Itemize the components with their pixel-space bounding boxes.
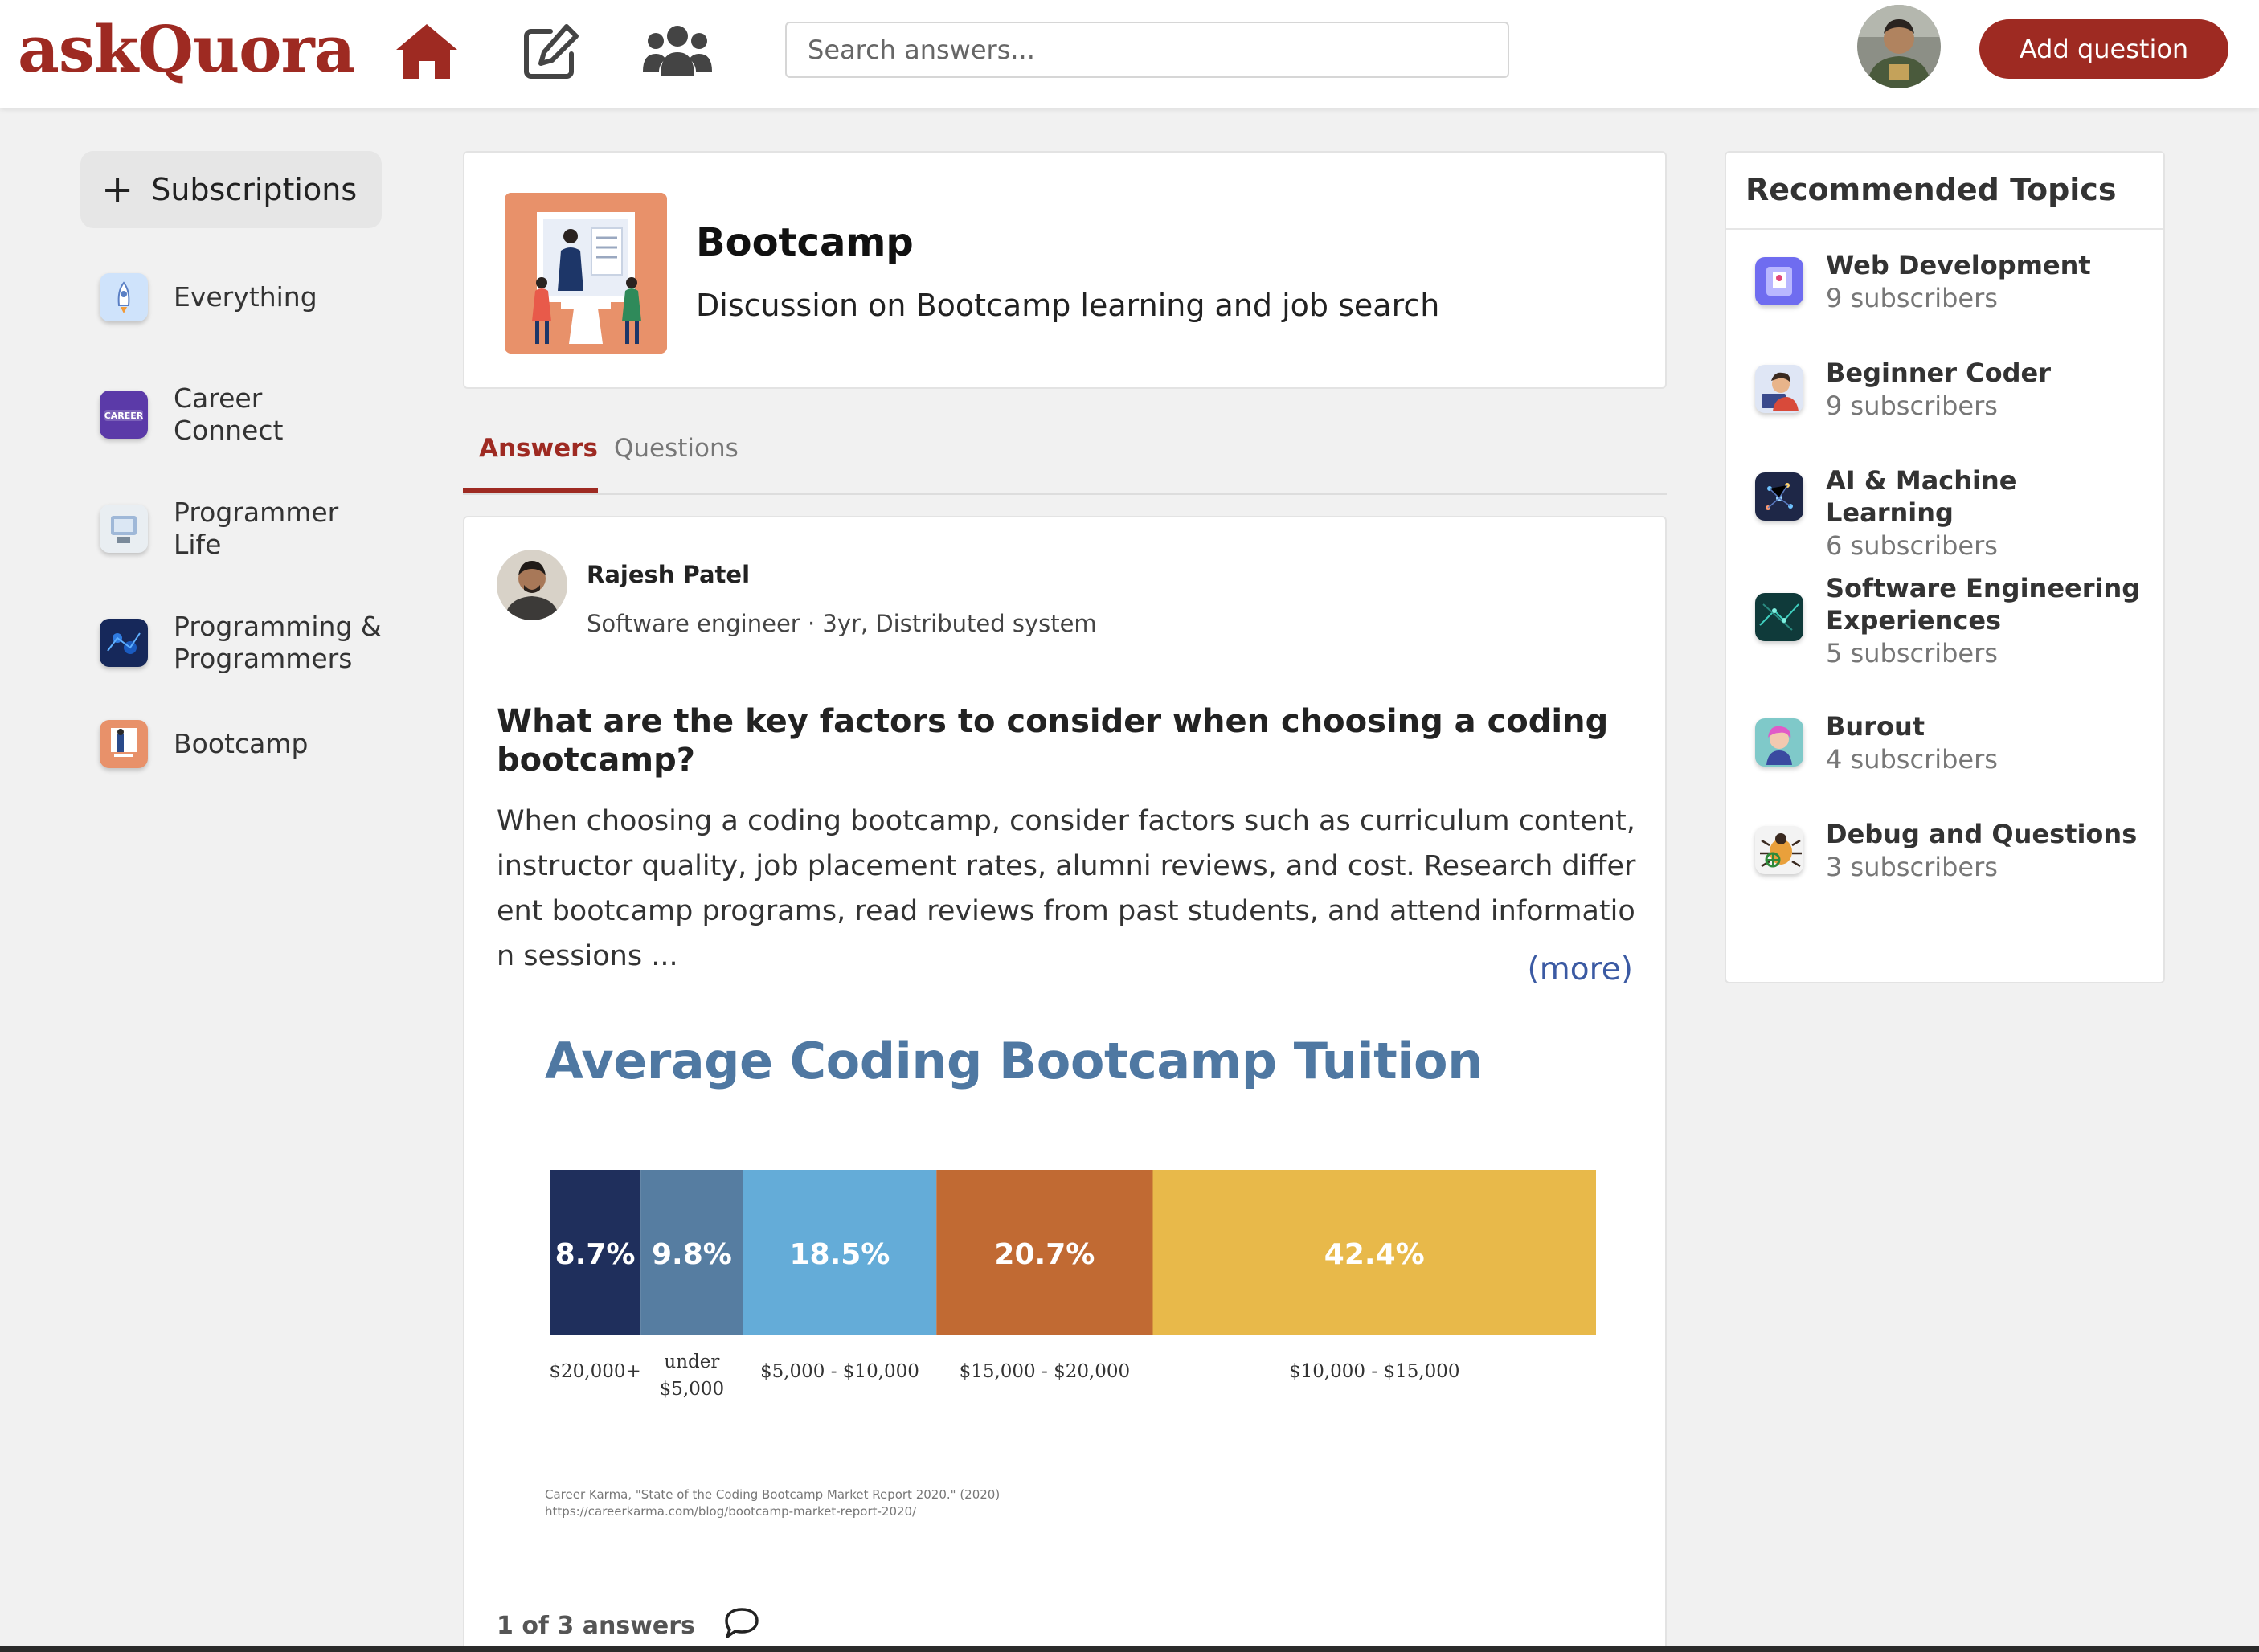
recommended-item-beginner-coder[interactable]: Beginner Coder 9 subscribers <box>1755 357 2149 423</box>
topic-title: Bootcamp <box>696 220 914 265</box>
rocket-icon <box>100 273 148 321</box>
sidebar-item-programmer-life[interactable]: Programmer Life <box>100 497 397 561</box>
circuit-icon <box>100 619 148 667</box>
chart-value-label: 8.7% <box>555 1238 636 1271</box>
topic-header-card: Bootcamp Discussion on Bootcamp learning… <box>463 151 1667 389</box>
search-input[interactable] <box>785 22 1509 78</box>
subscriber-count: 4 subscribers <box>1826 744 1998 775</box>
tab-questions[interactable]: Questions <box>614 434 739 463</box>
recommended-item-burout[interactable]: Burout 4 subscribers <box>1755 710 2149 776</box>
chart-source: Career Karma, "State of the Coding Bootc… <box>545 1486 1000 1520</box>
topic-name: AI & Machine Learning <box>1826 465 2017 528</box>
bootcamp-illustration-icon <box>505 193 667 354</box>
recommended-item-debug-and-questions[interactable]: Debug and Questions 3 subscribers <box>1755 818 2149 884</box>
home-icon[interactable] <box>392 18 461 85</box>
bootcamp-icon <box>100 720 148 768</box>
sidebar-item-bootcamp[interactable]: Bootcamp <box>100 720 397 768</box>
sidebar-item-everything[interactable]: Everything <box>100 273 397 321</box>
subscriber-count: 5 subscribers <box>1826 638 1998 669</box>
users-icon[interactable] <box>641 18 714 85</box>
career-icon: CAREER <box>100 391 148 439</box>
coder-icon <box>1755 365 1803 413</box>
chart-value-label: 42.4% <box>1324 1238 1425 1271</box>
topic-description: Discussion on Bootcamp learning and job … <box>696 288 1440 323</box>
chart-category-label: $5,000 - $10,000 <box>760 1361 919 1382</box>
subscriber-count: 9 subscribers <box>1826 391 1998 421</box>
topic-name: Web Development <box>1826 250 2091 280</box>
burnout-icon <box>1755 718 1803 767</box>
web-dev-icon <box>1755 257 1803 305</box>
recommended-item-ai-machine-learning[interactable]: AI & Machine Learning 6 subscribers <box>1755 464 2149 562</box>
sidebar-item-career-connect[interactable]: CAREER Career Connect <box>100 382 397 447</box>
answer-card: Rajesh Patel Software engineer · 3yr, Di… <box>463 516 1667 1652</box>
chart-source-line: Career Karma, "State of the Coding Bootc… <box>545 1487 1001 1502</box>
recommended-item-software-engineering[interactable]: Software Engineering Experiences 5 subsc… <box>1755 572 2149 670</box>
subscriptions-button[interactable]: + Subscriptions <box>80 151 382 228</box>
app-logo[interactable]: askQuora <box>18 11 355 87</box>
plus-icon: + <box>101 167 134 212</box>
chart-category-label: $20,000+ <box>549 1361 640 1382</box>
subscriber-count: 9 subscribers <box>1826 283 1998 313</box>
user-avatar[interactable] <box>1857 5 1941 88</box>
comment-icon[interactable] <box>723 1606 760 1643</box>
answer-body: When choosing a coding bootcamp, conside… <box>497 805 1636 972</box>
sidebar-item-programming-programmers[interactable]: Programming & Programmers <box>100 611 397 675</box>
sidebar-item-label: Programming & Programmers <box>174 611 382 674</box>
add-question-button[interactable]: Add question <box>1979 19 2228 79</box>
software-icon <box>1755 593 1803 641</box>
bug-icon <box>1755 826 1803 874</box>
window-bottom-edge <box>0 1646 2259 1652</box>
author-avatar[interactable] <box>497 550 567 620</box>
chart-category-label: under $5,000 <box>660 1351 724 1400</box>
recommended-title: Recommended Topics <box>1745 172 2117 207</box>
recommended-topics-panel: Recommended Topics Web Development 9 sub… <box>1725 151 2165 983</box>
topic-name: Software Engineering Experiences <box>1826 573 2141 636</box>
chart-value-label: 18.5% <box>789 1238 890 1271</box>
programmer-icon <box>100 505 148 553</box>
sidebar-item-label: Everything <box>174 281 317 313</box>
chart-value-label: 20.7% <box>994 1238 1095 1271</box>
author-credential: Software engineer · 3yr, Distributed sys… <box>587 610 1097 637</box>
sidebar-item-label: Bootcamp <box>174 728 309 759</box>
topic-name: Burout <box>1826 711 1925 742</box>
edit-icon[interactable] <box>521 18 582 85</box>
answer-count: 1 of 3 answers <box>497 1612 695 1640</box>
subscriptions-label: Subscriptions <box>151 172 358 207</box>
sidebar-item-label: Programmer Life <box>174 497 339 560</box>
more-link[interactable]: (more) <box>1528 951 1633 988</box>
sidebar-item-label: Career Connect <box>174 382 284 446</box>
svg-text:CAREER: CAREER <box>104 411 144 421</box>
recommended-item-web-development[interactable]: Web Development 9 subscribers <box>1755 249 2149 315</box>
subscriber-count: 6 subscribers <box>1826 530 1998 561</box>
ai-icon <box>1755 472 1803 521</box>
chart-category-label: $10,000 - $15,000 <box>1289 1361 1460 1382</box>
question-title[interactable]: What are the key factors to consider whe… <box>497 702 1622 779</box>
chart-category-label: $15,000 - $20,000 <box>960 1361 1131 1382</box>
subscriber-count: 3 subscribers <box>1826 852 1998 882</box>
author-name[interactable]: Rajesh Patel <box>587 561 750 588</box>
topic-name: Debug and Questions <box>1826 819 2138 849</box>
chart-value-label: 9.8% <box>652 1238 732 1271</box>
topic-name: Beginner Coder <box>1826 358 2052 388</box>
divider <box>1726 228 2163 230</box>
feed-tabs: Answers Questions <box>463 424 1667 495</box>
top-navbar: askQuora Add questio <box>0 0 2259 108</box>
tuition-chart: Average Coding Bootcamp Tuition 8.7% $20,… <box>521 1032 1630 1594</box>
chart-source-line: https://careerkarma.com/blog/bootcamp-ma… <box>545 1504 917 1519</box>
tab-answers[interactable]: Answers <box>479 434 598 463</box>
active-tab-indicator <box>463 488 598 493</box>
